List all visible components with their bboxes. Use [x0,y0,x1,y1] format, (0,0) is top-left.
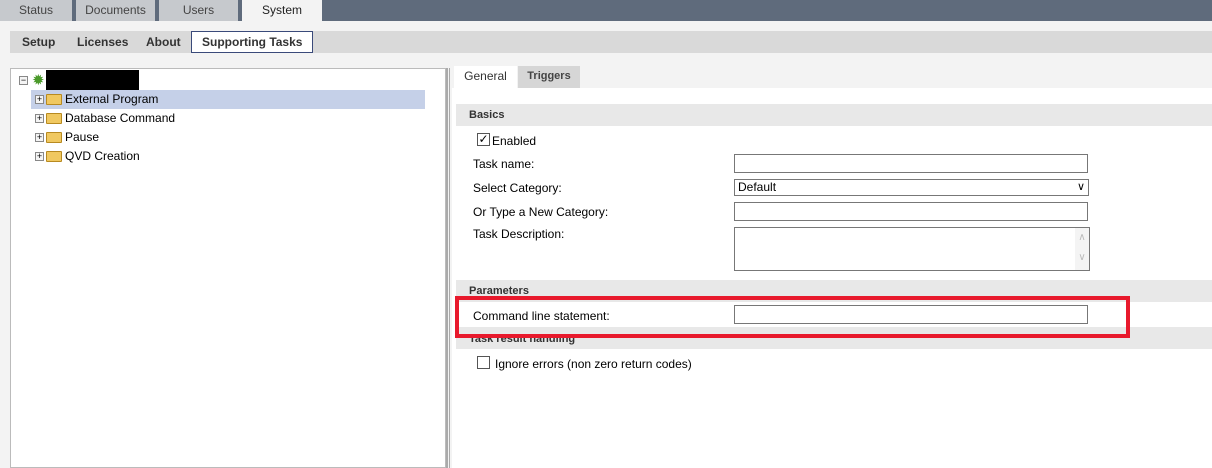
collapse-icon[interactable]: − [19,76,28,85]
expand-icon[interactable]: + [35,95,44,104]
subtab-about[interactable]: About [146,31,181,53]
folder-icon [46,151,62,162]
tree-item-qvd-creation[interactable]: + QVD Creation [31,147,425,166]
tree-item-label: External Program [65,92,159,106]
tab-triggers[interactable]: Triggers [518,66,580,88]
expand-icon[interactable]: + [35,152,44,161]
category-value: Default [738,180,777,194]
tree-item-pause[interactable]: + Pause [31,128,425,147]
gear-icon: ✹ [32,72,45,89]
highlight-box [455,296,1130,338]
tab-documents[interactable]: Documents [76,0,155,21]
splitter[interactable] [446,68,448,468]
subtab-supporting-tasks[interactable]: Supporting Tasks [191,31,314,53]
redacted-root-label [46,70,139,90]
splitter-line [449,68,450,468]
chevron-down-icon: ∨ [1076,181,1085,193]
ignore-errors-checkbox[interactable] [477,356,490,369]
expand-icon[interactable]: + [35,114,44,123]
task-name-label: Task name: [473,157,535,171]
tab-users[interactable]: Users [159,0,238,21]
tree-item-label: Pause [65,130,100,144]
tree-item-label: Database Command [65,111,176,125]
tab-status[interactable]: Status [0,0,72,21]
tab-system[interactable]: System [242,0,322,21]
scrollbar[interactable]: ∧ ∨ [1075,228,1089,270]
description-textarea[interactable]: ∧ ∨ [734,227,1090,271]
subtab-setup[interactable]: Setup [22,31,55,53]
section-basics: Basics [456,104,1212,126]
description-label: Task Description: [473,227,565,241]
top-tab-bar: Status Documents Users System [0,0,1212,21]
category-label: Select Category: [473,181,562,195]
folder-icon [46,113,62,124]
folder-icon [46,94,62,105]
ignore-errors-label: Ignore errors (non zero return codes) [495,357,692,371]
new-category-label: Or Type a New Category: [473,205,609,219]
sub-tab-bar: Setup Licenses About Supporting Tasks [10,31,1212,53]
folder-icon [46,132,62,143]
tab-general[interactable]: General [454,66,517,88]
task-name-input[interactable] [734,154,1088,173]
tree-item-database-command[interactable]: + Database Command [31,109,425,128]
enabled-label: Enabled [492,134,537,148]
category-select[interactable]: Default ∨ [734,179,1089,196]
expand-icon[interactable]: + [35,133,44,142]
task-detail-panel [452,88,1212,468]
enabled-checkbox[interactable]: ✓ [477,133,490,146]
tree-item-label: QVD Creation [65,149,140,163]
new-category-input[interactable] [734,202,1088,221]
tree-item-external-program[interactable]: + External Program [31,90,425,109]
subtab-licenses[interactable]: Licenses [77,31,128,53]
